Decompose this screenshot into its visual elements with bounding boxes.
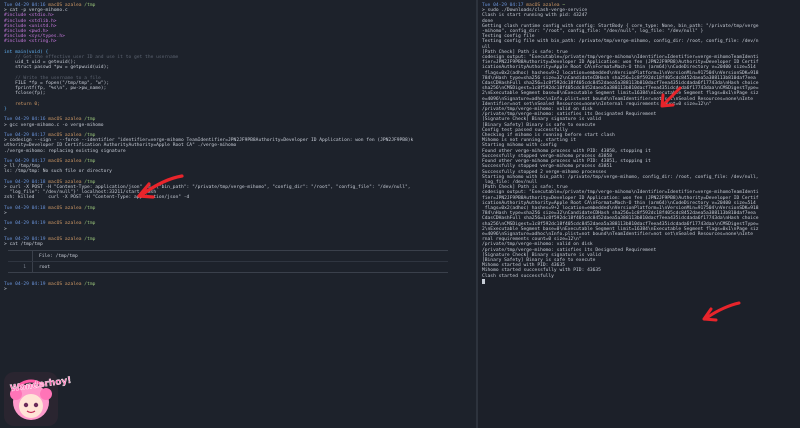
prompt-path: /tmp [84,159,96,164]
prompt-user: azalea [64,236,82,242]
output-line: codesign output: "Executable=/private/tm… [482,190,759,196]
prompt-host: macOS [48,221,63,227]
terminal-window: Tue 04-29 04:16 macOS azalea /tmp > cat -… [0,0,800,428]
right-terminal-pane[interactable]: Tue 04-29 04:17 macOS azalea ~ > sudo ./D… [478,0,800,428]
file-view-separator [32,251,33,262]
prompt-user: azalea [64,281,82,287]
prompt-user: azalea [64,117,82,123]
command-input[interactable] [482,278,796,285]
output-line: icationAuthorityAuthority=Apple Root CA\… [482,65,756,71]
file-view-title: File: /tmp/tmp [39,253,78,259]
prompt-user: azalea [64,205,82,211]
prompt-host: macOS [48,117,63,123]
prompt-path: /tmp [84,117,96,123]
output-line: CdasCDHashFull sha256=1c8f592dc18f405cdc… [482,216,759,222]
line-content: root [39,264,51,270]
prompt-time: Tue 04-29 04:19 [4,281,46,287]
prompt-host: macOS [48,159,63,164]
text-cursor [482,278,485,284]
prompt-time: Tue 04-29 04:16 [4,117,46,123]
prompt-path: /tmp [84,221,96,227]
prompt-time: Tue 04-29 04:19 [4,221,46,227]
prompt-user: azalea [64,159,82,164]
prompt-path: /tmp [84,281,96,287]
file-view-row: 1 root [8,262,448,273]
prompt-host: macOS [48,205,63,211]
prompt-host: macOS [48,281,63,287]
output-line: > cat /tmp/tmp [4,242,43,248]
command-input[interactable]: > [4,287,472,292]
prompt-user: azalea [64,221,82,227]
input-prompt-symbol: > [4,286,7,292]
line-number: 1 [23,264,26,270]
left-terminal-pane[interactable]: Tue 04-29 04:16 macOS azalea /tmp > cat -… [0,0,476,428]
file-view-header: File: /tmp/tmp [8,251,448,263]
output-line: fier=JPN2JF9PB8Authority=Developer ID Ap… [482,195,759,201]
output-line: 2\nExecutable Segment base=0\nExecutable… [482,91,759,97]
prompt-path: /tmp [84,205,96,211]
prompt-host: macOS [48,236,63,242]
file-view-table: File: /tmp/tmp 1 root [8,250,448,274]
output-line: sha256\nCMSDigest=1c8f592dc18f405cdc8452… [482,221,759,227]
prompt-path: /tmp [84,3,96,8]
prompt-time: Tue 04-29 04:18 [4,205,46,211]
output-line: Testing config file with bin_path: /priv… [482,39,759,45]
file-view-separator [32,262,33,273]
prompt-path: /tmp [84,236,96,242]
